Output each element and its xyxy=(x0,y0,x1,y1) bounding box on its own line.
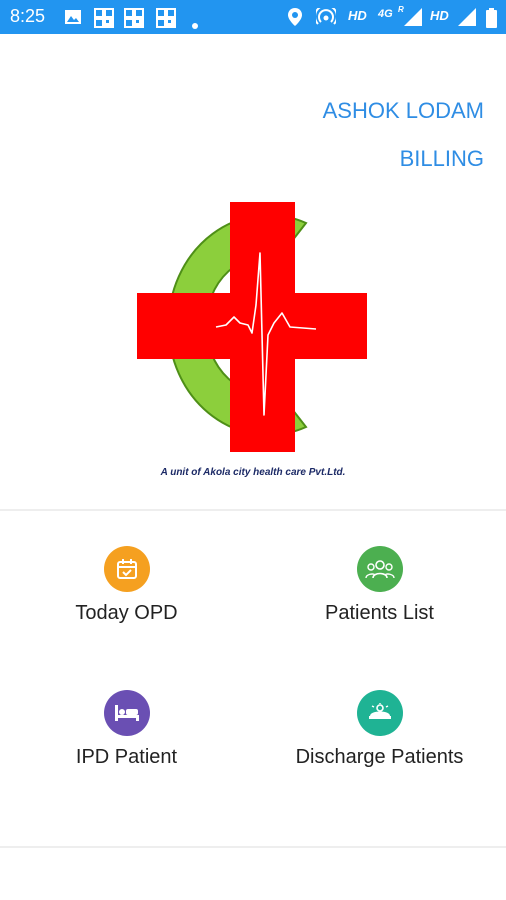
group-icon xyxy=(356,546,403,592)
divider-top xyxy=(0,509,506,511)
dot-icon xyxy=(192,14,198,33)
logo-tagline: A unit of Akola city health care Pvt.Ltd… xyxy=(160,467,346,478)
today-opd-label: Today OPD xyxy=(75,602,178,624)
qr-icon xyxy=(124,8,144,32)
status-bar: 8:25 HD 4G R HD xyxy=(0,0,506,34)
signal-icon xyxy=(404,8,422,30)
signal-icon xyxy=(458,8,476,30)
qr-icon xyxy=(94,8,114,32)
discharge-patients-button[interactable]: Discharge Patients xyxy=(253,690,506,769)
discharge-icon xyxy=(356,690,403,736)
user-role: BILLING xyxy=(399,146,484,171)
user-name: ASHOK LODAM xyxy=(322,98,484,123)
today-opd-button[interactable]: Today OPD xyxy=(0,546,253,625)
status-time: 8:25 xyxy=(10,6,46,26)
user-header: ASHOK LODAM BILLING xyxy=(323,100,484,170)
battery-icon xyxy=(486,8,497,32)
network-r-label: R xyxy=(398,5,404,14)
image-icon xyxy=(64,8,82,30)
patients-list-button[interactable]: Patients List xyxy=(253,546,506,625)
divider-bottom xyxy=(0,846,506,848)
qr-icon xyxy=(156,8,176,32)
network-4g-label: 4G xyxy=(378,8,393,20)
ipd-patient-label: IPD Patient xyxy=(75,746,178,768)
patients-list-label: Patients List xyxy=(325,602,434,624)
hospital-logo xyxy=(130,195,370,465)
hotspot-icon xyxy=(314,4,338,30)
bed-icon xyxy=(103,690,150,736)
network-hd-label: HD xyxy=(348,8,367,23)
calendar-icon xyxy=(103,546,150,592)
ipd-patient-button[interactable]: IPD Patient xyxy=(0,690,253,769)
discharge-patients-label: Discharge Patients xyxy=(295,746,464,768)
network-hd-label-2: HD xyxy=(430,8,449,23)
location-icon xyxy=(288,8,302,30)
